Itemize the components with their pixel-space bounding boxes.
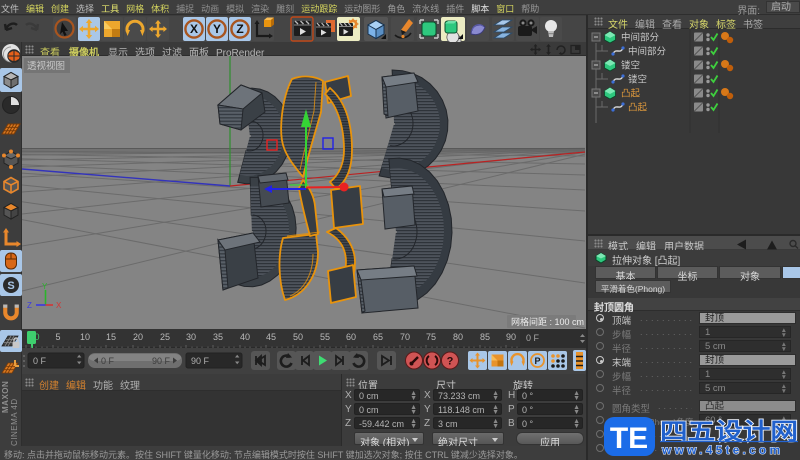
svg-text:X: X xyxy=(56,301,62,310)
svg-text:90 F: 90 F xyxy=(152,356,171,366)
svg-text:中间部分: 中间部分 xyxy=(621,32,660,44)
svg-text:中间部分: 中间部分 xyxy=(628,46,667,58)
svg-text:凸起: 凸起 xyxy=(621,89,641,100)
svg-text:80: 80 xyxy=(453,332,463,342)
svg-text:65: 65 xyxy=(373,332,383,342)
svg-text:www.45te.com: www.45te.com xyxy=(661,443,783,457)
svg-text:Y: Y xyxy=(42,282,48,291)
svg-text:CINEMA 4D: CINEMA 4D xyxy=(10,398,19,446)
svg-text:TE: TE xyxy=(610,422,648,455)
svg-text:0 F: 0 F xyxy=(101,356,115,366)
svg-text:20: 20 xyxy=(133,332,143,342)
svg-text:35: 35 xyxy=(213,332,223,342)
svg-text:透视视图: 透视视图 xyxy=(27,60,65,72)
svg-text:镂空: 镂空 xyxy=(621,60,640,72)
svg-text:55: 55 xyxy=(320,332,330,342)
svg-text:10: 10 xyxy=(80,332,90,342)
svg-text:?: ? xyxy=(447,356,454,368)
svg-text:镂空: 镂空 xyxy=(628,74,647,86)
svg-text:90: 90 xyxy=(506,332,516,342)
svg-text:60: 60 xyxy=(346,332,356,342)
svg-text:MAXON: MAXON xyxy=(1,381,10,413)
svg-text:45: 45 xyxy=(266,332,276,342)
svg-text:90 F: 90 F xyxy=(191,356,210,366)
svg-text:S: S xyxy=(7,280,14,292)
svg-text:40: 40 xyxy=(240,332,250,342)
svg-text:P: P xyxy=(534,356,540,366)
svg-text:75: 75 xyxy=(426,332,436,342)
svg-text:15: 15 xyxy=(106,332,116,342)
svg-text:Y: Y xyxy=(213,22,221,36)
svg-text:0 F: 0 F xyxy=(526,333,540,343)
svg-text:25: 25 xyxy=(160,332,170,342)
svg-text:0 F: 0 F xyxy=(33,356,47,366)
svg-text:四五设计网: 四五设计网 xyxy=(660,418,798,444)
svg-text:30: 30 xyxy=(186,332,196,342)
svg-text:X: X xyxy=(190,22,198,36)
svg-text:5: 5 xyxy=(55,332,60,342)
svg-text:Z: Z xyxy=(27,301,32,310)
svg-text:50: 50 xyxy=(293,332,303,342)
svg-text:Z: Z xyxy=(236,22,243,36)
svg-text:凸起: 凸起 xyxy=(628,103,648,114)
svg-text:70: 70 xyxy=(400,332,410,342)
svg-text:网格间距 : 100 cm: 网格间距 : 100 cm xyxy=(511,316,584,327)
svg-text:85: 85 xyxy=(480,332,490,342)
